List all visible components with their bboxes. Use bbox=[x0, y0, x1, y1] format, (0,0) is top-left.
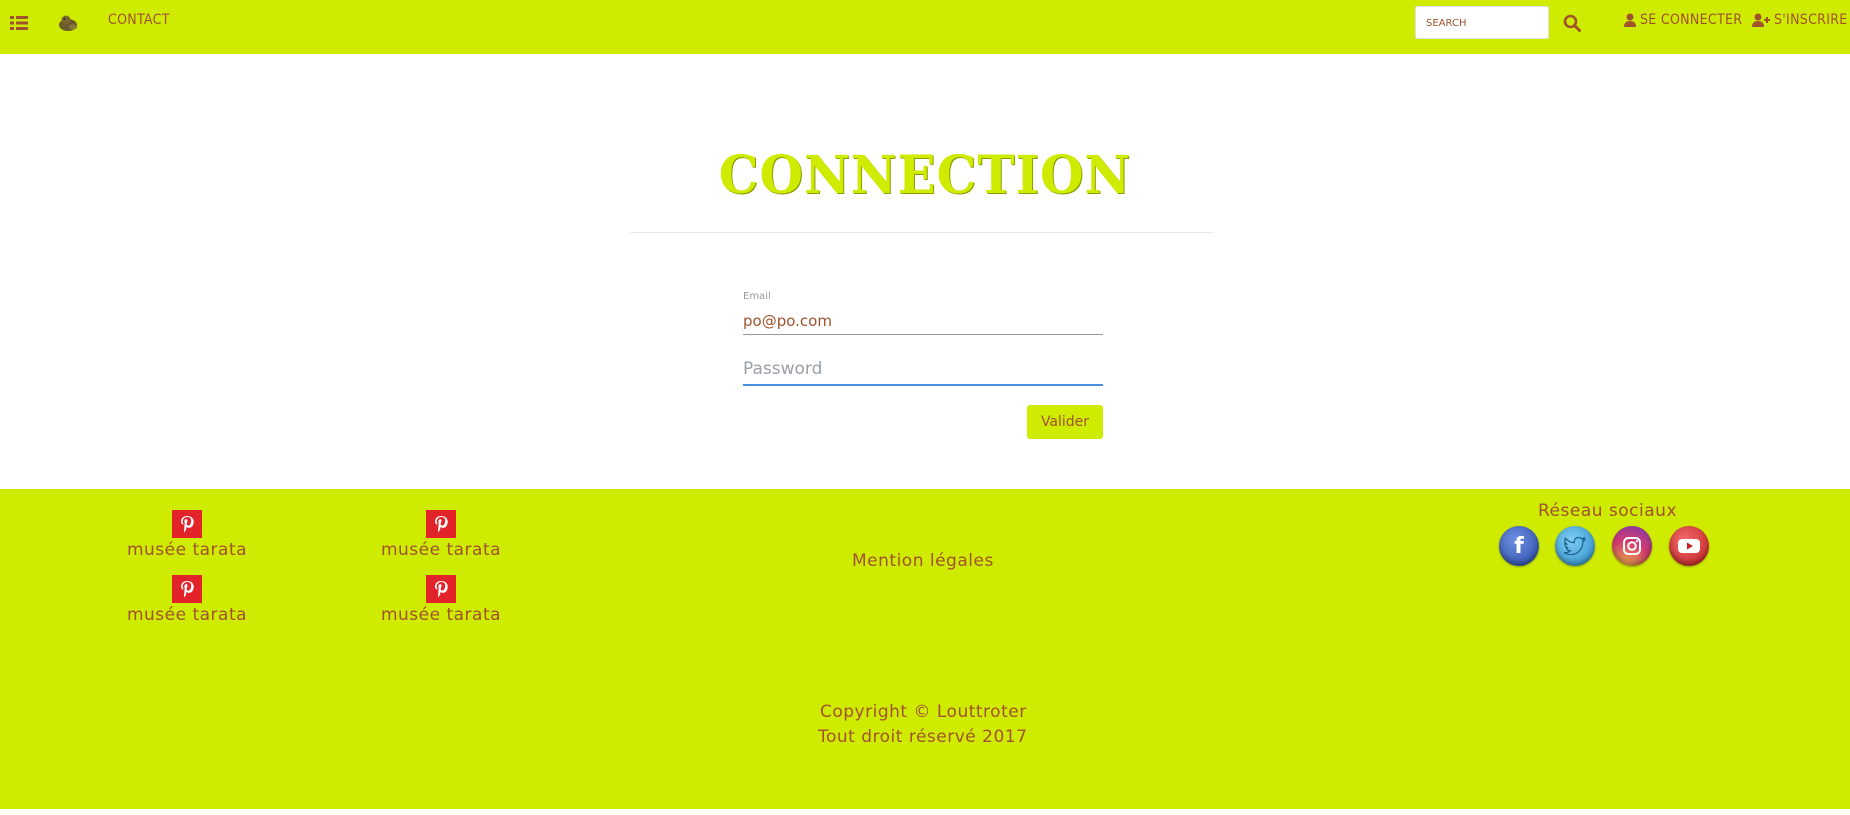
search-input[interactable] bbox=[1415, 6, 1549, 39]
email-field[interactable] bbox=[743, 307, 1103, 335]
copyright-line-2: Tout droit réservé 2017 bbox=[818, 727, 1028, 747]
youtube-icon[interactable] bbox=[1669, 526, 1709, 566]
pinterest-link-label: musée tarata bbox=[380, 605, 502, 625]
password-field[interactable] bbox=[743, 354, 1103, 386]
signup-label: S'inscrire bbox=[1774, 12, 1848, 28]
signup-link[interactable]: S'inscrire bbox=[1752, 12, 1848, 28]
search-icon[interactable] bbox=[1561, 10, 1583, 36]
contact-label: Contact bbox=[108, 12, 170, 28]
pinterest-icon bbox=[426, 510, 456, 538]
pinterest-icon bbox=[172, 510, 202, 538]
pinterest-link-2[interactable]: musée tarata bbox=[371, 510, 511, 560]
pinterest-icon bbox=[426, 575, 456, 603]
pinterest-link-label: musée tarata bbox=[126, 605, 248, 625]
menu-list-icon[interactable] bbox=[8, 10, 30, 36]
user-plus-icon bbox=[1752, 13, 1770, 27]
copyright-line-1: Copyright © Louttroter bbox=[820, 702, 1027, 722]
legal-mentions-link[interactable]: Mention légales bbox=[852, 551, 994, 571]
pinterest-link-4[interactable]: musée tarata bbox=[371, 575, 511, 625]
nav-contact-link[interactable]: Contact bbox=[108, 12, 170, 28]
login-link[interactable]: Se connecter bbox=[1624, 12, 1742, 28]
social-title: Réseau sociaux bbox=[1538, 501, 1677, 521]
pinterest-link-label: musée tarata bbox=[126, 540, 248, 560]
pinterest-icon bbox=[172, 575, 202, 603]
submit-button[interactable]: Valider bbox=[1027, 405, 1103, 439]
title-divider bbox=[630, 232, 1214, 233]
email-label: Email bbox=[743, 291, 771, 302]
otter-icon[interactable] bbox=[56, 10, 80, 36]
login-label: Se connecter bbox=[1640, 12, 1743, 28]
pinterest-link-1[interactable]: musée tarata bbox=[117, 510, 257, 560]
user-icon bbox=[1624, 13, 1636, 27]
pinterest-link-3[interactable]: musée tarata bbox=[117, 575, 257, 625]
page-title: Connection bbox=[718, 143, 1132, 206]
top-navbar: Contact Se connecter S'inscrire bbox=[0, 0, 1850, 54]
twitter-icon[interactable] bbox=[1555, 526, 1595, 566]
pinterest-link-label: musée tarata bbox=[380, 540, 502, 560]
facebook-icon[interactable]: f bbox=[1499, 526, 1539, 566]
instagram-icon[interactable] bbox=[1612, 526, 1652, 566]
